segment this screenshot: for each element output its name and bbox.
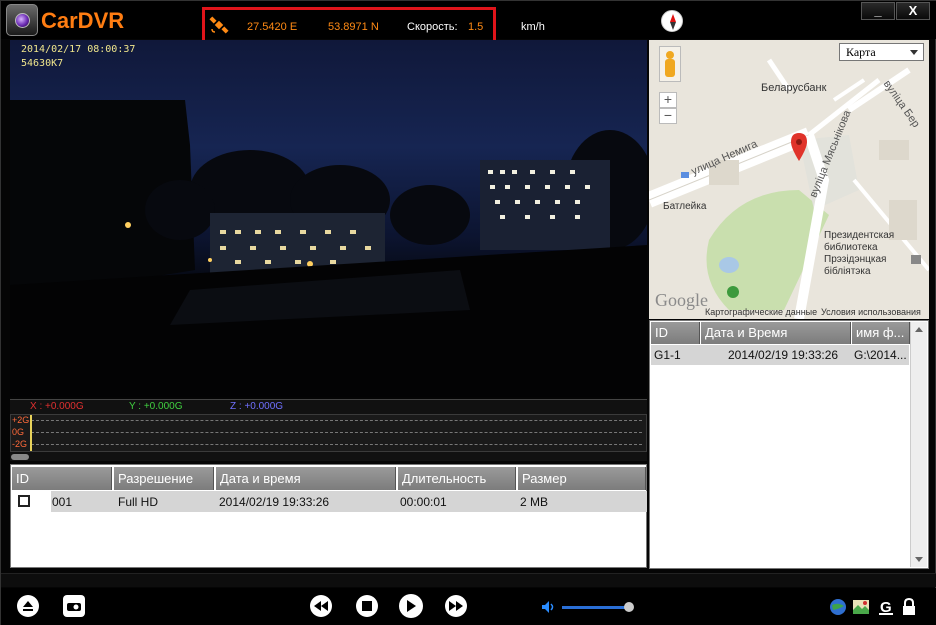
g-tick-zero: 0G	[12, 427, 25, 437]
globe-icon[interactable]	[829, 598, 847, 616]
osd-datetime: 2014/02/17 08:00:37	[21, 44, 136, 55]
gps-cell-datetime: 2014/02/19 19:33:26	[728, 348, 839, 362]
g-sensor-scrollbar[interactable]	[11, 454, 29, 460]
eject-icon	[23, 601, 33, 611]
video-player[interactable]: 2014/02/17 08:00:37 54630K7	[10, 40, 647, 397]
cell-size: 2 MB	[520, 495, 549, 509]
chevron-down-icon	[910, 50, 918, 55]
scroll-up-icon[interactable]	[915, 327, 923, 332]
cardvr-window: CarDVR 27.5420 E 53.8971 N Скорость: 1.5…	[0, 0, 936, 625]
column-header-resolution[interactable]: Разрешение	[114, 467, 214, 490]
map-label-poi2: Президентская библиотека Прэзідэнцкая бі…	[824, 230, 895, 277]
street-view-pegman-icon[interactable]	[659, 46, 681, 82]
cell-id: 001	[52, 495, 73, 509]
g-line-y	[31, 432, 642, 433]
map-footer-terms[interactable]: Условия использования	[821, 307, 921, 317]
satellite-icon	[209, 16, 229, 34]
cell-resolution: Full HD	[118, 495, 159, 509]
play-button[interactable]	[399, 594, 423, 618]
column-header-duration[interactable]: Длительность	[398, 467, 516, 490]
g-sensor-x: X : +0.000G	[30, 401, 84, 412]
play-icon	[407, 600, 416, 612]
map-panel[interactable]: + − Карта Беларусбанк улица Немига вуліц…	[649, 40, 929, 319]
eject-button[interactable]	[17, 595, 39, 617]
zoom-out-button[interactable]: −	[659, 108, 677, 124]
fast-forward-icon	[449, 601, 463, 611]
column-header-id[interactable]: ID	[12, 467, 112, 490]
title-bar: CarDVR 27.5420 E 53.8971 N Скорость: 1.5…	[1, 1, 936, 47]
rewind-button[interactable]	[310, 595, 332, 617]
column-header-size[interactable]: Размер	[518, 467, 646, 490]
camera-icon	[67, 603, 81, 611]
g-sensor-y: Y : +0.000G	[129, 401, 183, 412]
gps-header-filename[interactable]: имя ф...	[852, 322, 910, 344]
g-tick-neg: -2G	[12, 439, 28, 449]
map-icon[interactable]	[852, 598, 870, 616]
map-type-value: Карта	[846, 45, 876, 59]
gps-track-list: ID Дата и Время имя ф... G1-1 2014/02/19…	[649, 320, 929, 569]
rewind-icon	[314, 601, 328, 611]
osd-id: 54630K7	[21, 58, 64, 69]
g-sensor-cursor[interactable]	[30, 415, 32, 451]
file-list-table: ID Разрешение Дата и время Длительность …	[10, 464, 647, 568]
map-label-bank: Беларусбанк	[761, 82, 827, 94]
speed-label: Скорость:	[407, 21, 458, 33]
map-label-poi1: Батлейка	[663, 201, 707, 212]
row-checkbox[interactable]	[18, 495, 30, 507]
minimize-button[interactable]: _	[861, 2, 895, 20]
google-logo: Google	[655, 290, 708, 310]
g-line-x	[31, 420, 642, 421]
g-sensor-z: Z : +0.000G	[230, 401, 284, 412]
video-frame	[10, 100, 647, 397]
scroll-down-icon[interactable]	[915, 557, 923, 562]
compass-icon[interactable]	[661, 10, 683, 32]
status-bar	[1, 573, 936, 587]
g-sensor-panel: X : +0.000G Y : +0.000G Z : +0.000G +2G …	[10, 399, 647, 461]
map-footer-data[interactable]: Картографические данные	[705, 307, 817, 317]
fast-forward-button[interactable]	[445, 595, 467, 617]
gps-cell-filename: G:\2014...	[854, 348, 907, 362]
g-sensor-graph[interactable]: +2G 0G -2G	[10, 414, 647, 452]
cell-datetime: 2014/02/19 19:33:26	[219, 495, 330, 509]
stop-icon	[362, 601, 372, 611]
close-button[interactable]: X	[896, 2, 930, 20]
gps-cell-id: G1-1	[654, 348, 681, 362]
playback-controls: G	[1, 588, 936, 625]
stop-button[interactable]	[356, 595, 378, 617]
g-line-z	[31, 444, 642, 445]
gps-header-id[interactable]: ID	[651, 322, 700, 344]
zoom-in-button[interactable]: +	[659, 92, 677, 108]
speed-unit: km/h	[521, 21, 545, 33]
g-tick-pos: +2G	[12, 415, 30, 425]
gps-latitude: 53.8971 N	[328, 21, 379, 33]
volume-slider-handle[interactable]	[624, 602, 634, 612]
snapshot-button[interactable]	[63, 595, 85, 617]
volume-icon[interactable]	[541, 600, 555, 614]
app-title: CarDVR	[41, 8, 125, 33]
speed-value: 1.5	[468, 21, 484, 33]
camera-lens-icon	[6, 4, 38, 36]
volume-slider-track[interactable]	[562, 606, 628, 609]
lock-icon[interactable]	[900, 598, 918, 616]
map-type-select[interactable]: Карта	[839, 43, 924, 61]
g-icon[interactable]: G	[877, 598, 895, 616]
column-header-datetime[interactable]: Дата и время	[216, 467, 396, 490]
gps-header-datetime[interactable]: Дата и Время	[701, 322, 851, 344]
vertical-scrollbar[interactable]	[910, 322, 927, 567]
cell-duration: 00:00:01	[400, 495, 447, 509]
gps-longitude: 27.5420 E	[247, 21, 298, 33]
